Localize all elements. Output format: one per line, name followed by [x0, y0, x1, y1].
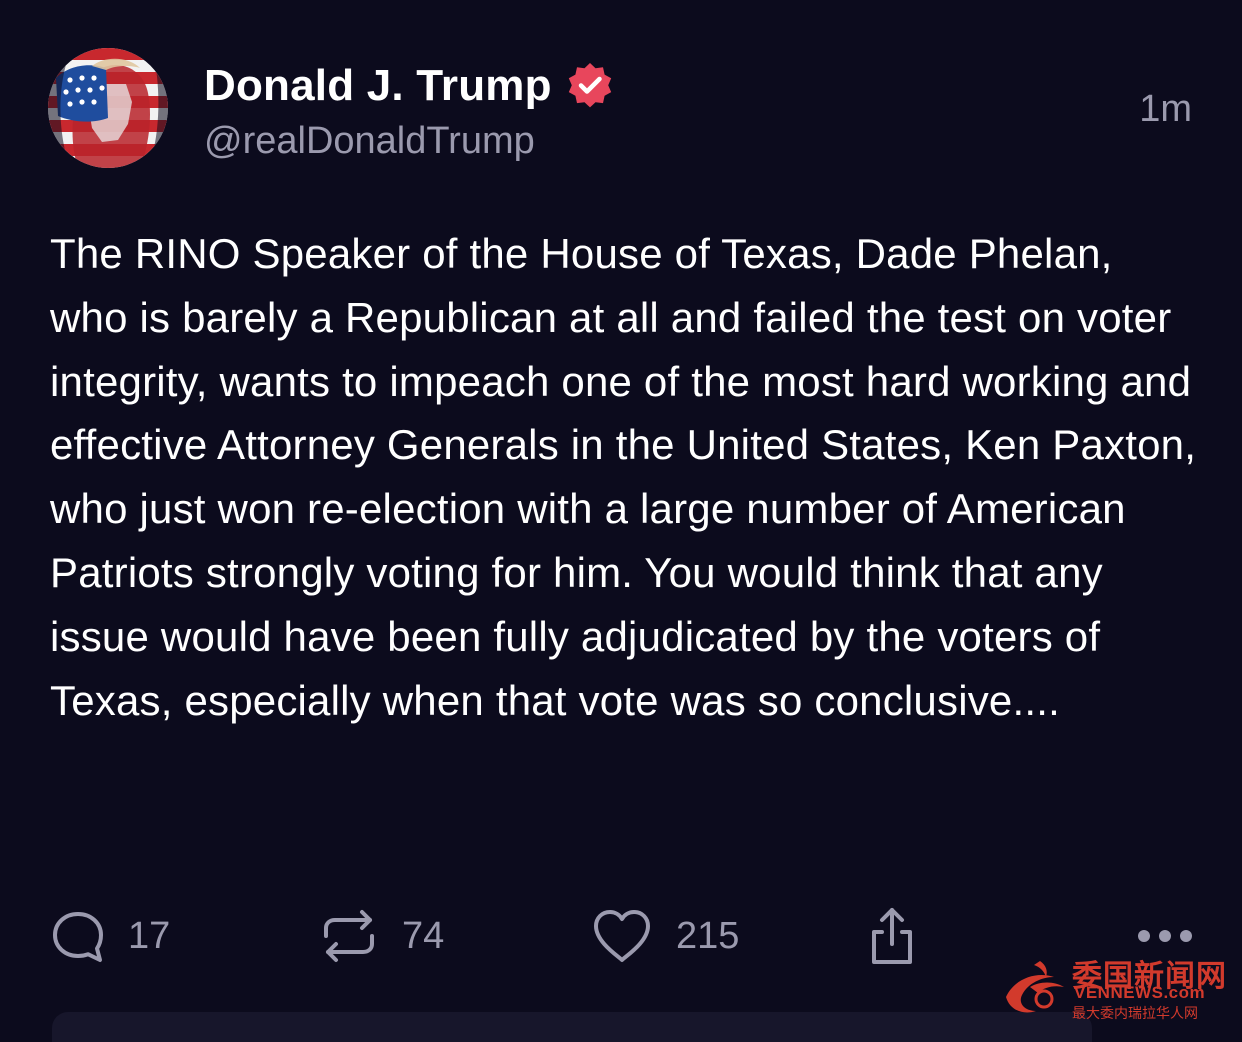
like-count: 215 [676, 914, 740, 957]
heart-icon [594, 910, 650, 962]
repost-count: 74 [402, 914, 445, 957]
post-card: Donald J. Trump @realDonaldTrump 1m The … [0, 0, 1242, 1042]
watermark-site: VENNEWS.com [1074, 983, 1206, 1002]
share-icon [872, 908, 912, 964]
reply-count: 17 [128, 914, 171, 957]
next-post-edge [52, 1012, 1092, 1042]
watermark-subtitle: 最大委内瑞拉华人网 [1072, 1005, 1198, 1021]
repost-icon [324, 910, 374, 962]
avatar[interactable] [48, 48, 168, 168]
post-text: The RINO Speaker of the House of Texas, … [50, 230, 1197, 724]
reply-bubble-icon [53, 912, 103, 962]
author-handle[interactable]: @realDonaldTrump [204, 120, 535, 163]
more-dots-icon [1138, 930, 1192, 942]
verified-badge-icon [568, 63, 611, 108]
author-display-name[interactable]: Donald J. Trump [204, 61, 552, 111]
repost-button[interactable]: 74 [318, 900, 444, 972]
avatar-image [48, 48, 168, 168]
watermark-logo-icon [1006, 961, 1064, 1013]
like-button[interactable]: 215 [590, 900, 739, 972]
post-timestamp[interactable]: 1m [1139, 88, 1192, 131]
author-name-row: Donald J. Trump [204, 58, 616, 114]
reply-button[interactable]: 17 [50, 900, 170, 972]
watermark: 委国新闻网 VENNEWS.com 最大委内瑞拉华人网 [1000, 951, 1236, 1021]
share-button[interactable] [862, 900, 922, 972]
